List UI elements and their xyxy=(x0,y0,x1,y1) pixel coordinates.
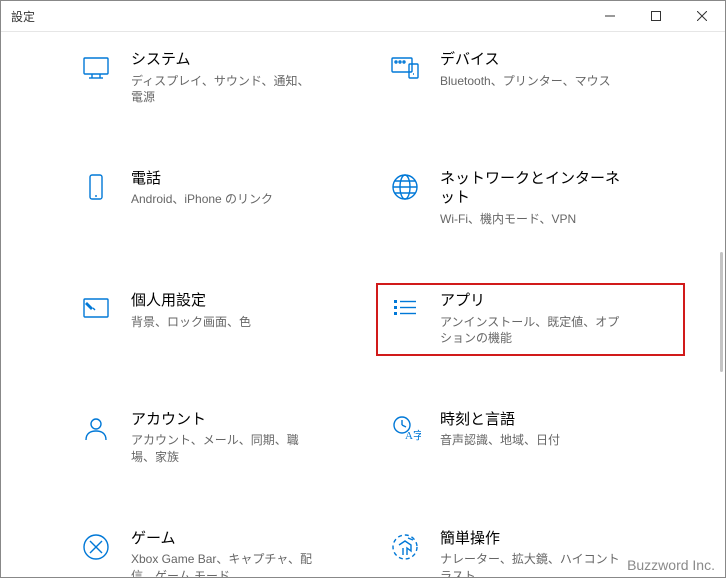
window-title: 設定 xyxy=(11,8,35,25)
settings-window: 設定 システムディスプレイ、サウンド、通知、電源 デバイス Bluetooth、プリ… xyxy=(0,0,726,578)
category-texts: 時刻と言語音声認識、地域、日付 xyxy=(440,410,560,449)
category-subtitle: 背景、ロック画面、色 xyxy=(131,314,251,330)
settings-category-personalization[interactable]: 個人用設定背景、ロック画面、色 xyxy=(67,283,376,356)
system-icon xyxy=(79,50,113,84)
category-texts: システムディスプレイ、サウンド、通知、電源 xyxy=(131,50,321,105)
category-texts: 個人用設定背景、ロック画面、色 xyxy=(131,291,251,330)
category-texts: ネットワークとインターネット Wi-Fi、機内モード、VPN xyxy=(440,169,630,227)
category-title: アプリ xyxy=(440,291,630,311)
scrollbar-thumb[interactable] xyxy=(720,252,723,372)
time-language-icon xyxy=(388,410,422,444)
category-subtitle: ナレーター、拡大鏡、ハイコントラスト xyxy=(440,551,630,577)
settings-category-phone[interactable]: 電話 Android、iPhone のリンク xyxy=(67,161,376,237)
ease-of-access-icon xyxy=(388,529,422,563)
category-texts: 簡単操作ナレーター、拡大鏡、ハイコントラスト xyxy=(440,529,630,577)
titlebar: 設定 xyxy=(1,1,725,32)
settings-category-system[interactable]: システムディスプレイ、サウンド、通知、電源 xyxy=(67,42,376,115)
settings-category-time-language[interactable]: 時刻と言語音声認識、地域、日付 xyxy=(376,402,685,475)
apps-icon xyxy=(388,291,422,325)
settings-content: システムディスプレイ、サウンド、通知、電源 デバイス Bluetooth、プリンター… xyxy=(1,32,725,577)
category-subtitle: アカウント、メール、同期、職場、家族 xyxy=(131,432,321,464)
settings-category-network[interactable]: ネットワークとインターネット Wi-Fi、機内モード、VPN xyxy=(376,161,685,237)
category-title: ゲーム xyxy=(131,529,321,549)
category-title: 個人用設定 xyxy=(131,291,251,311)
category-texts: アカウントアカウント、メール、同期、職場、家族 xyxy=(131,410,321,465)
gaming-icon xyxy=(79,529,113,563)
settings-category-apps[interactable]: アプリアンインストール、既定値、オプションの機能 xyxy=(376,283,685,356)
category-subtitle: Android、iPhone のリンク xyxy=(131,191,273,207)
settings-grid: システムディスプレイ、サウンド、通知、電源 デバイス Bluetooth、プリンター… xyxy=(1,32,725,577)
category-title: 簡単操作 xyxy=(440,529,630,549)
category-subtitle: Wi-Fi、機内モード、VPN xyxy=(440,211,630,227)
category-texts: 電話 Android、iPhone のリンク xyxy=(131,169,273,208)
category-subtitle: Xbox Game Bar、キャプチャ、配信、ゲーム モード xyxy=(131,551,321,577)
accounts-icon xyxy=(79,410,113,444)
window-controls xyxy=(587,1,725,31)
category-subtitle: Bluetooth、プリンター、マウス xyxy=(440,73,611,89)
category-title: ネットワークとインターネット xyxy=(440,169,630,208)
personalization-icon xyxy=(79,291,113,325)
category-title: 時刻と言語 xyxy=(440,410,560,430)
category-texts: アプリアンインストール、既定値、オプションの機能 xyxy=(440,291,630,346)
category-texts: デバイス Bluetooth、プリンター、マウス xyxy=(440,50,611,89)
category-subtitle: ディスプレイ、サウンド、通知、電源 xyxy=(131,73,321,105)
watermark: Buzzword Inc. xyxy=(627,557,715,573)
maximize-button[interactable] xyxy=(633,1,679,31)
minimize-button[interactable] xyxy=(587,1,633,31)
category-title: アカウント xyxy=(131,410,321,430)
category-texts: ゲームXbox Game Bar、キャプチャ、配信、ゲーム モード xyxy=(131,529,321,577)
settings-category-accounts[interactable]: アカウントアカウント、メール、同期、職場、家族 xyxy=(67,402,376,475)
settings-category-devices[interactable]: デバイス Bluetooth、プリンター、マウス xyxy=(376,42,685,115)
devices-icon xyxy=(388,50,422,84)
settings-category-gaming[interactable]: ゲームXbox Game Bar、キャプチャ、配信、ゲーム モード xyxy=(67,521,376,577)
category-title: 電話 xyxy=(131,169,273,189)
category-subtitle: アンインストール、既定値、オプションの機能 xyxy=(440,314,630,346)
category-subtitle: 音声認識、地域、日付 xyxy=(440,432,560,448)
network-icon xyxy=(388,169,422,203)
category-title: システム xyxy=(131,50,321,70)
close-button[interactable] xyxy=(679,1,725,31)
phone-icon xyxy=(79,169,113,203)
category-title: デバイス xyxy=(440,50,611,70)
